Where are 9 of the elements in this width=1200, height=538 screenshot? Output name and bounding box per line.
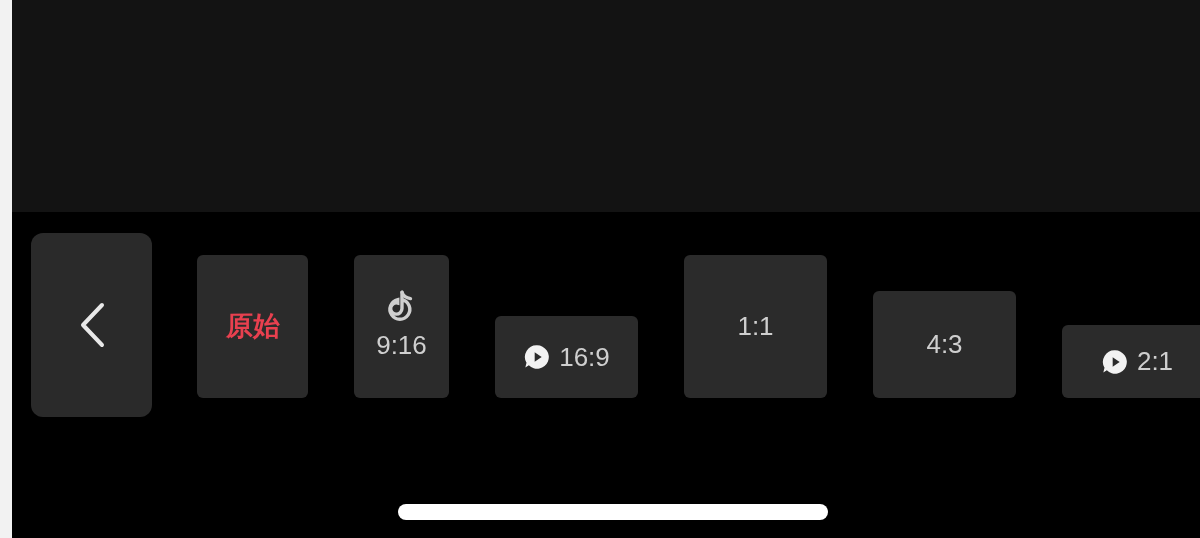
back-button[interactable] bbox=[31, 233, 152, 417]
aspect-ratio-option[interactable]: 4:3 bbox=[873, 291, 1016, 398]
play-bubble-icon bbox=[1100, 347, 1129, 376]
aspect-ratio-option[interactable]: 9:16 bbox=[354, 255, 449, 398]
aspect-ratio-option[interactable]: 原始 bbox=[197, 255, 308, 398]
aspect-ratio-option[interactable]: 1:1 bbox=[684, 255, 827, 398]
aspect-ratio-option[interactable]: 16:9 bbox=[495, 316, 638, 398]
play-bubble-icon bbox=[523, 343, 552, 371]
aspect-ratio-option[interactable]: 2:1 bbox=[1062, 325, 1200, 398]
